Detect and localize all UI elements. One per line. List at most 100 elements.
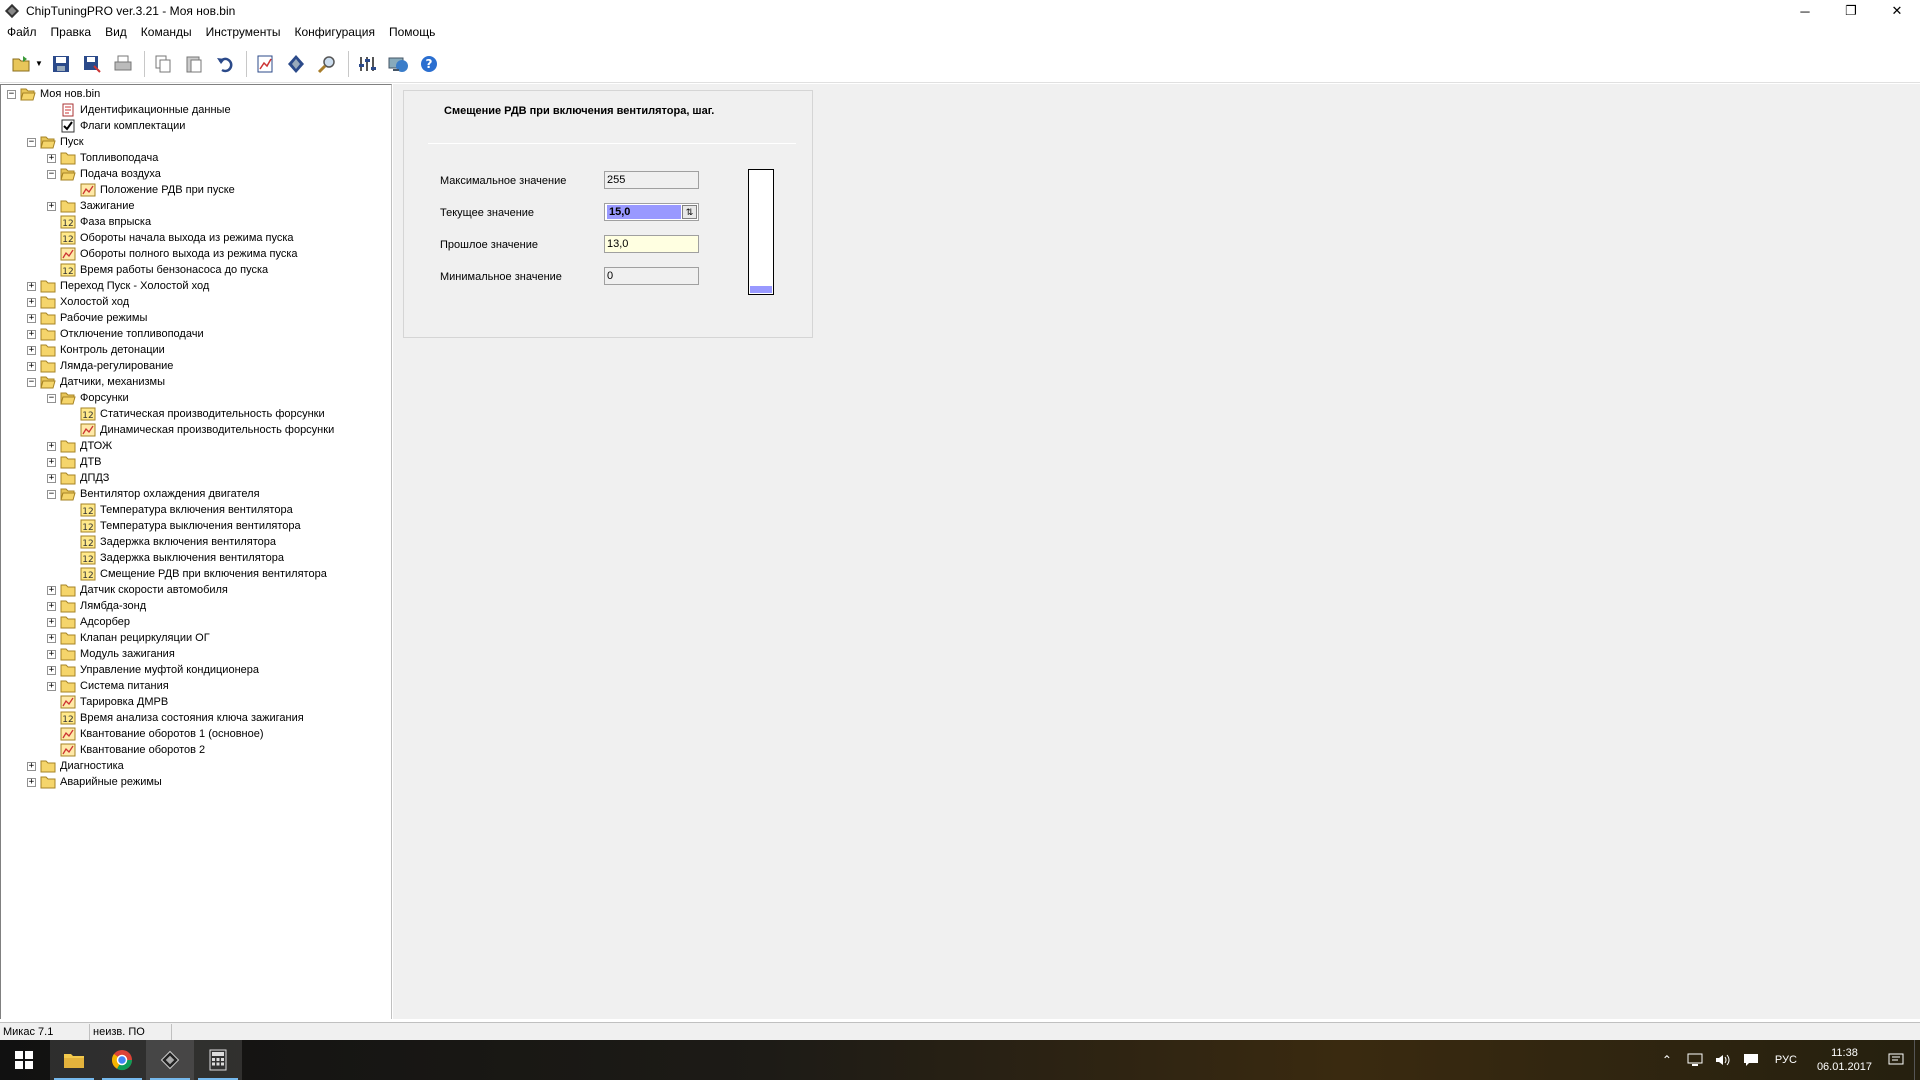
chart-editor-button[interactable] [251, 50, 278, 78]
tree-node[interactable]: + Управление муфтой кондиционера [47, 662, 259, 678]
tree-node[interactable]: 12 Время анализа состояния ключа зажигани… [47, 710, 304, 726]
tree-node[interactable]: 12 Фаза впрыска [47, 214, 151, 230]
tree-node[interactable]: + Лямбда-зонд [47, 598, 146, 614]
menu-help[interactable]: Помощь [382, 22, 442, 42]
menu-view[interactable]: Вид [98, 22, 134, 42]
tree-node[interactable]: − Форсунки [47, 390, 129, 406]
settings-button[interactable] [353, 50, 380, 78]
expand-icon[interactable]: + [47, 201, 56, 211]
undo-button[interactable] [211, 50, 238, 78]
tree-node[interactable]: − Вентилятор охлаждения двигателя [47, 486, 260, 502]
tree-node[interactable]: Обороты полного выхода из режима пуска [47, 246, 298, 262]
current-value-input[interactable]: 15,0 ⇅ [604, 203, 699, 221]
tree-node[interactable]: − Датчики, механизмы [27, 374, 165, 390]
tree-node[interactable]: − Подача воздуха [47, 166, 161, 182]
paste-button[interactable] [180, 50, 207, 78]
tree-node[interactable]: + Лямда-регулирование [27, 358, 173, 374]
tree-node[interactable]: + ДПДЗ [47, 470, 109, 486]
language-indicator[interactable]: РУС [1775, 1054, 1797, 1066]
expand-icon[interactable]: + [47, 601, 56, 611]
expand-icon[interactable]: + [27, 297, 36, 307]
tree-node[interactable]: + ДТВ [47, 454, 102, 470]
expand-icon[interactable]: + [47, 457, 56, 467]
expand-icon[interactable]: + [47, 649, 56, 659]
expand-icon[interactable]: + [47, 681, 56, 691]
volume-icon[interactable] [1713, 1050, 1733, 1070]
tree-node[interactable]: + Топливоподача [47, 150, 158, 166]
expand-icon[interactable]: + [27, 361, 36, 371]
tree-node[interactable]: + Зажигание [47, 198, 135, 214]
collapse-icon[interactable]: − [47, 169, 56, 179]
menu-file[interactable]: Файл [0, 22, 44, 42]
expand-icon[interactable]: + [27, 777, 36, 787]
navigate-button[interactable] [282, 50, 309, 78]
tree-node[interactable]: + Адсорбер [47, 614, 130, 630]
close-button[interactable]: ✕ [1874, 0, 1920, 22]
expand-icon[interactable]: + [47, 585, 56, 595]
title-bar[interactable]: ChipTuningPRO ver.3.21 - Моя нов.bin ─ ❐… [0, 0, 1920, 22]
minimize-button[interactable]: ─ [1782, 0, 1828, 22]
expand-icon[interactable]: + [27, 329, 36, 339]
tree-node[interactable]: 12 Обороты начала выхода из режима пуска [47, 230, 294, 246]
menu-commands[interactable]: Команды [134, 22, 199, 42]
collapse-icon[interactable]: − [47, 489, 56, 499]
network-icon[interactable] [1685, 1050, 1705, 1070]
taskbar-chrome[interactable] [98, 1040, 146, 1080]
action-center-icon[interactable] [1886, 1050, 1906, 1070]
tree-node[interactable]: Идентификационные данные [47, 102, 231, 118]
expand-icon[interactable]: + [27, 313, 36, 323]
tree-node[interactable]: + Контроль детонации [27, 342, 165, 358]
menu-edit[interactable]: Правка [44, 22, 99, 42]
tree-node[interactable]: − Моя нов.bin [7, 86, 100, 102]
copy-button[interactable] [149, 50, 176, 78]
tree-node[interactable]: 12 Температура включения вентилятора [67, 502, 293, 518]
tree-node[interactable]: 12 Смещение РДВ при включения вентилятора [67, 566, 327, 582]
tree-node[interactable]: 12 Задержка включения вентилятора [67, 534, 276, 550]
expand-icon[interactable]: + [47, 617, 56, 627]
start-button[interactable] [0, 1040, 48, 1080]
tree-node[interactable]: 12 Статическая производительность форсунк… [67, 406, 325, 422]
expand-icon[interactable]: + [27, 281, 36, 291]
taskbar-chiptuning[interactable] [146, 1040, 194, 1080]
clock[interactable]: 11:38 06.01.2017 [1817, 1046, 1872, 1074]
tree-node[interactable]: Квантование оборотов 2 [47, 742, 205, 758]
tree-node[interactable]: Динамическая производительность форсунки [67, 422, 334, 438]
expand-icon[interactable]: + [47, 633, 56, 643]
tree-node[interactable]: + Холостой ход [27, 294, 129, 310]
expand-icon[interactable]: + [47, 441, 56, 451]
notification-icon[interactable] [1741, 1050, 1761, 1070]
tree-node[interactable]: − Пуск [27, 134, 84, 150]
open-dropdown-arrow-icon[interactable]: ▼ [35, 50, 43, 78]
save-button[interactable] [47, 50, 74, 78]
spin-arrows-icon[interactable]: ⇅ [682, 205, 697, 219]
collapse-icon[interactable]: − [47, 393, 56, 403]
collapse-icon[interactable]: − [27, 137, 36, 147]
taskbar-explorer[interactable] [50, 1040, 98, 1080]
current-value[interactable]: 15,0 [607, 205, 681, 219]
collapse-icon[interactable]: − [27, 377, 36, 387]
expand-icon[interactable]: + [47, 473, 56, 483]
print-button[interactable] [109, 50, 136, 78]
parameter-tree[interactable]: − Моя нов.bin Идентификационные данные Флаг… [0, 84, 392, 1019]
connect-button[interactable] [384, 50, 411, 78]
tree-node[interactable]: 12 Задержка выключения вентилятора [67, 550, 284, 566]
tree-node[interactable]: + Переход Пуск - Холостой ход [27, 278, 209, 294]
tree-node[interactable]: Тарировка ДМРВ [47, 694, 168, 710]
tree-node[interactable]: + Датчик скорости автомобиля [47, 582, 228, 598]
tree-node[interactable]: 12 Температура выключения вентилятора [67, 518, 301, 534]
tree-node[interactable]: + Клапан рециркуляции ОГ [47, 630, 210, 646]
tree-node[interactable]: + Аварийные режимы [27, 774, 162, 790]
chevron-up-icon[interactable]: ⌃ [1657, 1050, 1677, 1070]
tree-node[interactable]: Флаги комплектации [47, 118, 185, 134]
tree-node[interactable]: + Диагностика [27, 758, 124, 774]
menu-tools[interactable]: Инструменты [199, 22, 288, 42]
expand-icon[interactable]: + [47, 665, 56, 675]
collapse-icon[interactable]: − [7, 89, 16, 99]
tree-node[interactable]: Положение РДВ при пуске [67, 182, 235, 198]
restore-button[interactable]: ❐ [1828, 0, 1874, 22]
tree-node[interactable]: + Отключение топливоподачи [27, 326, 204, 342]
expand-icon[interactable]: + [47, 153, 56, 163]
expand-icon[interactable]: + [27, 761, 36, 771]
tree-node[interactable]: Квантование оборотов 1 (основное) [47, 726, 264, 742]
open-file-button[interactable] [8, 50, 35, 78]
